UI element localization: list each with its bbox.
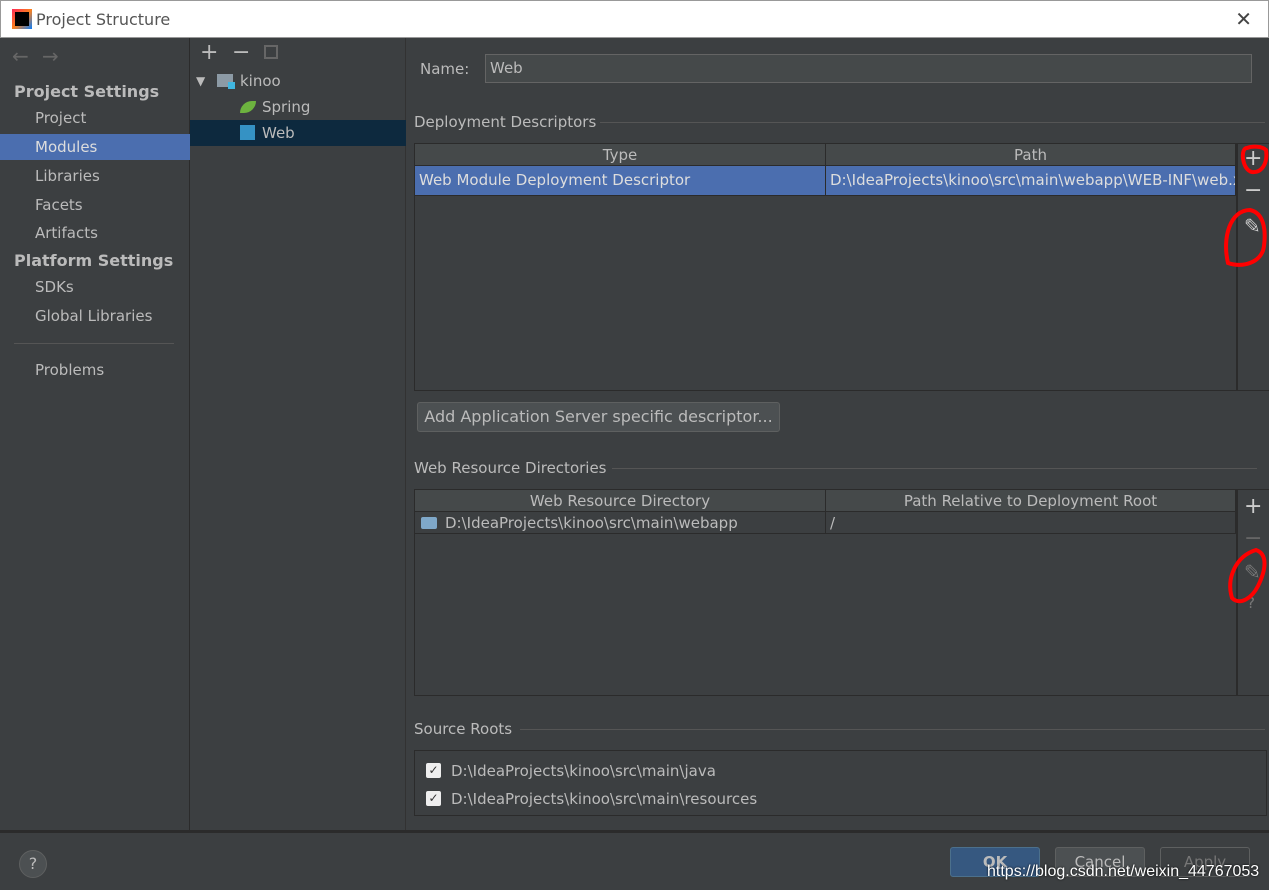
deployment-descriptors-heading: Deployment Descriptors bbox=[414, 113, 597, 131]
column-header-type[interactable]: Type bbox=[415, 144, 826, 166]
forward-icon[interactable]: → bbox=[42, 44, 59, 68]
source-roots-heading: Source Roots bbox=[414, 720, 513, 738]
sidebar-item-global-libraries[interactable]: Global Libraries bbox=[0, 303, 190, 329]
close-icon[interactable]: ✕ bbox=[1235, 7, 1252, 31]
project-settings-heading: Project Settings bbox=[14, 82, 160, 101]
tree-item-spring[interactable]: Spring bbox=[190, 94, 406, 120]
source-root-path: D:\IdeaProjects\kinoo\src\main\resources bbox=[451, 790, 758, 808]
annotation-circle bbox=[1240, 144, 1269, 175]
table-cell-path[interactable]: D:\IdeaProjects\kinoo\src\main\webapp\WE… bbox=[826, 166, 1236, 196]
tree-item-label: Spring bbox=[262, 98, 311, 116]
sidebar-item-artifacts[interactable]: Artifacts bbox=[0, 220, 190, 246]
tree-item-web[interactable]: Web bbox=[190, 120, 406, 146]
add-server-descriptor-button[interactable]: Add Application Server specific descript… bbox=[417, 402, 780, 432]
watermark: https://blog.csdn.net/weixin_44767053 bbox=[987, 863, 1260, 880]
sidebar-item-problems[interactable]: Problems bbox=[0, 357, 190, 383]
window-title: Project Structure bbox=[36, 10, 171, 29]
divider bbox=[14, 343, 174, 344]
name-label: Name: bbox=[420, 60, 470, 78]
checkbox-checked-icon[interactable]: ✓ bbox=[426, 791, 441, 806]
source-roots-list: ✓ D:\IdeaProjects\kinoo\src\main\java ✓ … bbox=[414, 750, 1267, 816]
web-facet-icon bbox=[240, 125, 255, 140]
web-resource-table: Web Resource Directory Path Relative to … bbox=[414, 489, 1237, 696]
sidebar: ← → Project Settings Project Modules Lib… bbox=[0, 38, 190, 830]
annotation-circle bbox=[1224, 207, 1267, 267]
checkbox-checked-icon[interactable]: ✓ bbox=[426, 763, 441, 778]
intellij-logo-icon bbox=[12, 9, 32, 29]
tree-item-label: kinoo bbox=[240, 72, 281, 90]
sidebar-item-facets[interactable]: Facets bbox=[0, 192, 190, 218]
red-annotation-marks bbox=[1224, 144, 1269, 604]
spring-leaf-icon bbox=[240, 101, 256, 113]
column-header-relative-path[interactable]: Path Relative to Deployment Root bbox=[826, 490, 1236, 512]
divider bbox=[600, 122, 1265, 123]
platform-settings-heading: Platform Settings bbox=[14, 251, 174, 270]
help-button[interactable]: ? bbox=[19, 850, 47, 878]
source-root-path: D:\IdeaProjects\kinoo\src\main\java bbox=[451, 762, 716, 780]
table-cell-type[interactable]: Web Module Deployment Descriptor bbox=[415, 166, 826, 196]
module-folder-icon bbox=[217, 74, 235, 89]
sidebar-item-modules[interactable]: Modules bbox=[0, 134, 190, 160]
column-header-web-resource-directory[interactable]: Web Resource Directory bbox=[415, 490, 826, 512]
column-header-path[interactable]: Path bbox=[826, 144, 1236, 166]
deployment-descriptors-table: Type Path Web Module Deployment Descript… bbox=[414, 143, 1237, 391]
name-input[interactable]: Web bbox=[485, 54, 1252, 83]
web-folder-icon bbox=[421, 517, 437, 529]
directory-path: D:\IdeaProjects\kinoo\src\main\webapp bbox=[445, 514, 738, 532]
copy-icon[interactable] bbox=[264, 45, 278, 59]
sidebar-item-project[interactable]: Project bbox=[0, 105, 190, 131]
web-resource-directories-heading: Web Resource Directories bbox=[414, 459, 607, 477]
title-bar: Project Structure ✕ bbox=[0, 0, 1269, 38]
remove-icon[interactable]: − bbox=[232, 40, 250, 65]
table-cell-directory[interactable]: D:\IdeaProjects\kinoo\src\main\webapp bbox=[415, 512, 826, 534]
annotation-circle bbox=[1228, 547, 1267, 604]
table-cell-relative-path[interactable]: / bbox=[826, 512, 1236, 534]
module-tree: + − ▼ kinoo Spring Web bbox=[190, 38, 406, 830]
tree-item-kinoo[interactable]: ▼ kinoo bbox=[190, 68, 406, 94]
back-icon[interactable]: ← bbox=[12, 44, 29, 68]
divider bbox=[520, 729, 1265, 730]
add-icon[interactable]: + bbox=[200, 40, 218, 65]
sidebar-item-libraries[interactable]: Libraries bbox=[0, 163, 190, 189]
expand-arrow-icon[interactable]: ▼ bbox=[196, 68, 205, 94]
tree-item-label: Web bbox=[262, 124, 295, 142]
divider bbox=[612, 468, 1257, 469]
footer: ? OK Cancel Apply https://blog.csdn.net/… bbox=[0, 830, 1269, 890]
sidebar-item-sdks[interactable]: SDKs bbox=[0, 274, 190, 300]
